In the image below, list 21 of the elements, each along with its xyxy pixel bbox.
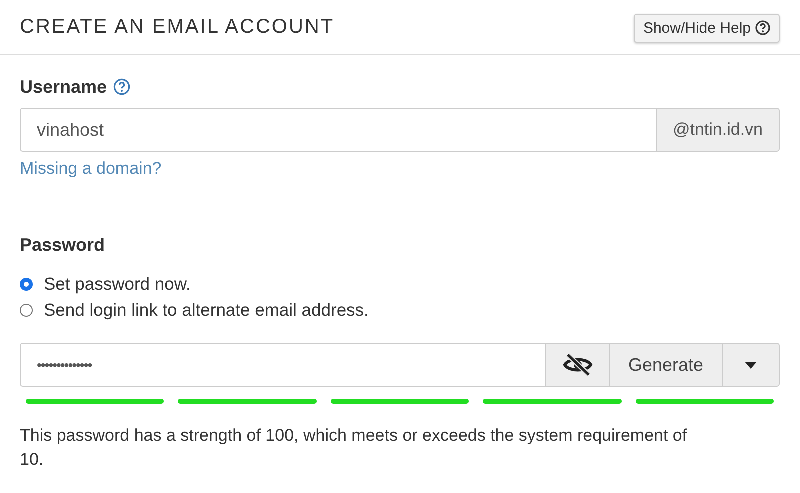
- option-label: Set password now.: [44, 274, 191, 294]
- eye-slash-icon: [562, 353, 592, 377]
- username-input[interactable]: vinahost: [21, 109, 656, 151]
- strength-message: This password has a strength of 100, which meets or exceeds the system requirement of 10.: [20, 425, 688, 471]
- caret-icon: [745, 362, 757, 368]
- show-hide-help-button[interactable]: Show/Hide Help: [634, 14, 780, 42]
- username-label: Username: [20, 76, 108, 98]
- radio-button[interactable]: [20, 304, 33, 316]
- password-option[interactable]: Send login link to alternate email address.: [20, 299, 780, 321]
- generate-button[interactable]: Generate: [610, 343, 723, 387]
- toggle-visibility-button[interactable]: [546, 343, 610, 387]
- missing-domain-link[interactable]: Missing a domain?: [20, 159, 162, 179]
- page-title: CREATE AN EMAIL ACCOUNT: [20, 16, 335, 38]
- domain-addon: @tntin.id.vn: [656, 108, 780, 152]
- option-label: Send login link to alternate email address.: [44, 300, 369, 320]
- password-label: Password: [20, 234, 106, 256]
- radio-button[interactable]: [20, 278, 33, 290]
- password-option[interactable]: Set password now.: [20, 273, 780, 295]
- password-input[interactable]: ••••••••••••••: [21, 344, 545, 386]
- help-icon[interactable]: [113, 78, 132, 96]
- help-icon: [755, 20, 771, 36]
